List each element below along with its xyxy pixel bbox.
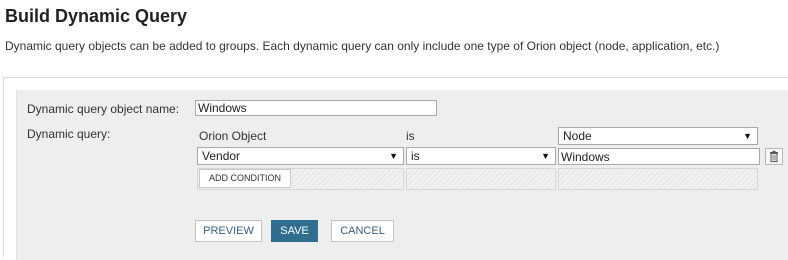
page-description: Dynamic query objects can be added to gr… <box>5 39 720 53</box>
cancel-button[interactable]: CANCEL <box>331 220 394 242</box>
orion-object-label: Orion Object <box>199 129 267 143</box>
dynamic-query-label: Dynamic query: <box>27 127 111 141</box>
condition-operator-value: is <box>411 149 420 163</box>
chevron-down-icon: ▼ <box>389 151 398 161</box>
preview-button[interactable]: PREVIEW <box>195 220 262 242</box>
save-button[interactable]: SAVE <box>271 220 318 242</box>
empty-operator-cell <box>406 168 556 190</box>
page-title: Build Dynamic Query <box>5 6 188 26</box>
condition-operator-select[interactable]: is ▼ <box>406 147 556 165</box>
is-label: is <box>406 129 415 143</box>
condition-field-select[interactable]: Vendor ▼ <box>197 147 404 165</box>
empty-value-cell <box>558 168 758 190</box>
add-condition-button[interactable]: ADD CONDITION <box>199 169 291 188</box>
trash-icon[interactable] <box>765 148 783 165</box>
object-type-select[interactable]: Node ▼ <box>558 127 758 145</box>
object-type-value: Node <box>563 129 592 143</box>
chevron-down-icon: ▼ <box>743 131 752 141</box>
object-name-label: Dynamic query object name: <box>27 102 180 116</box>
object-name-input[interactable] <box>195 100 437 116</box>
condition-value-input[interactable] <box>558 148 760 165</box>
chevron-down-icon: ▼ <box>541 151 550 161</box>
condition-field-value: Vendor <box>202 149 241 163</box>
